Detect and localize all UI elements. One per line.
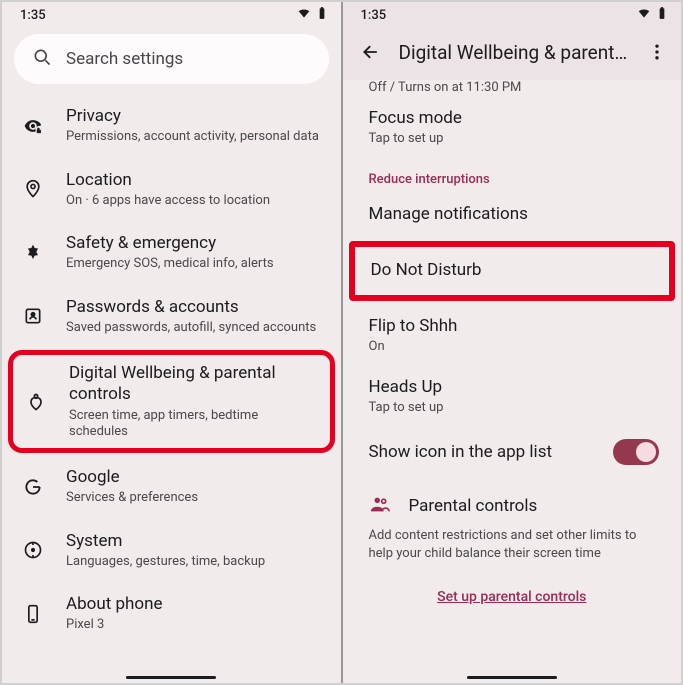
settings-item-privacy[interactable]: Privacy Permissions, account activity, pe… <box>2 94 341 158</box>
item-title: Safety & emergency <box>66 233 323 254</box>
battery-icon <box>655 6 669 24</box>
settings-item-about[interactable]: About phone Pixel 3 <box>2 582 341 646</box>
item-subtitle: Saved passwords, autofill, synced accoun… <box>66 320 323 336</box>
parental-icon <box>369 493 391 519</box>
settings-item-location[interactable]: Location On · 6 apps have access to locat… <box>2 158 341 222</box>
search-settings-field[interactable]: Search settings <box>14 34 329 84</box>
key-icon <box>22 306 44 326</box>
parental-setup-link[interactable]: Set up parental controls <box>347 573 678 611</box>
location-icon <box>22 179 44 199</box>
google-icon <box>22 477 44 497</box>
item-title: Digital Wellbeing & parental controls <box>69 363 320 406</box>
wellbeing-icon <box>25 392 47 412</box>
settings-item-safety[interactable]: Safety & emergency Emergency SOS, medical… <box>2 221 341 285</box>
item-subtitle: Services & preferences <box>66 490 323 506</box>
item-subtitle: On <box>369 339 660 354</box>
settings-screen: 1:35 Search settings Privacy Permissions,… <box>2 2 341 683</box>
item-subtitle: Tap to set up <box>369 400 660 415</box>
search-placeholder: Search settings <box>66 49 183 69</box>
status-time: 1:35 <box>20 8 46 23</box>
settings-item-digital-wellbeing[interactable]: Digital Wellbeing & parental controlsScr… <box>8 350 335 453</box>
bedtime-subtitle: Off / Turns on at 11:30 PM <box>347 80 678 97</box>
system-icon <box>22 540 44 560</box>
item-subtitle: Tap to set up <box>369 131 660 146</box>
search-icon <box>32 47 52 72</box>
item-show-icon[interactable]: Show icon in the app list <box>347 427 678 479</box>
wifi-icon <box>637 6 651 24</box>
item-title: Focus mode <box>369 107 660 129</box>
item-manage-notifications[interactable]: Manage notifications <box>347 193 678 237</box>
item-subtitle: Permissions, account activity, personal … <box>66 129 323 145</box>
wellbeing-screen: 1:35 Digital Wellbeing & parental... Off… <box>343 2 682 683</box>
item-subtitle: Emergency SOS, medical info, alerts <box>66 256 323 272</box>
about-phone-icon <box>22 604 44 624</box>
item-heads-up[interactable]: Heads Up Tap to set up <box>347 366 678 427</box>
app-bar: Digital Wellbeing & parental... <box>343 26 682 80</box>
item-title: Privacy <box>66 106 323 127</box>
item-flip-to-shhh[interactable]: Flip to Shhh On <box>347 305 678 366</box>
more-button[interactable] <box>639 34 675 70</box>
section-header-reduce: Reduce interruptions <box>347 158 678 193</box>
item-focus-mode[interactable]: Focus mode Tap to set up <box>347 97 678 158</box>
item-title: Manage notifications <box>369 203 660 225</box>
item-title: System <box>66 531 323 552</box>
item-subtitle: Screen time, app timers, bedtime schedul… <box>69 408 320 441</box>
battery-icon <box>315 6 329 24</box>
wellbeing-list: Off / Turns on at 11:30 PM Focus mode Ta… <box>343 80 682 676</box>
wifi-icon <box>297 6 311 24</box>
show-icon-toggle[interactable] <box>613 439 659 465</box>
item-title: Passwords & accounts <box>66 297 323 318</box>
status-bar: 1:35 <box>343 2 682 26</box>
item-title: Show icon in the app list <box>369 442 553 462</box>
item-title: Flip to Shhh <box>369 315 660 337</box>
settings-item-google[interactable]: Google Services & preferences <box>2 455 341 519</box>
settings-list: Privacy Permissions, account activity, pe… <box>2 94 341 676</box>
parental-description: Add content restrictions and set other l… <box>369 527 660 562</box>
back-button[interactable] <box>353 34 389 70</box>
app-bar-title: Digital Wellbeing & parental... <box>399 41 630 64</box>
item-title: About phone <box>66 594 323 615</box>
item-title: Location <box>66 170 323 191</box>
settings-item-system[interactable]: System Languages, gestures, time, backup <box>2 519 341 583</box>
item-subtitle: Languages, gestures, time, backup <box>66 554 323 570</box>
section-parental-controls: Parental controls Add content restrictio… <box>347 479 678 572</box>
status-bar: 1:35 <box>2 2 341 26</box>
item-title: Do Not Disturb <box>371 259 656 281</box>
item-title: Google <box>66 467 323 488</box>
item-subtitle: On · 6 apps have access to location <box>66 193 323 209</box>
nav-indicator[interactable] <box>467 676 557 679</box>
status-time: 1:35 <box>361 8 387 23</box>
safety-icon <box>22 243 44 263</box>
settings-item-passwords[interactable]: Passwords & accounts Saved passwords, aut… <box>2 285 341 349</box>
item-title: Heads Up <box>369 376 660 398</box>
privacy-icon <box>22 116 44 136</box>
item-subtitle: Pixel 3 <box>66 617 323 633</box>
parental-title: Parental controls <box>409 496 538 516</box>
nav-indicator[interactable] <box>126 676 216 679</box>
item-do-not-disturb[interactable]: Do Not Disturb <box>349 241 676 301</box>
